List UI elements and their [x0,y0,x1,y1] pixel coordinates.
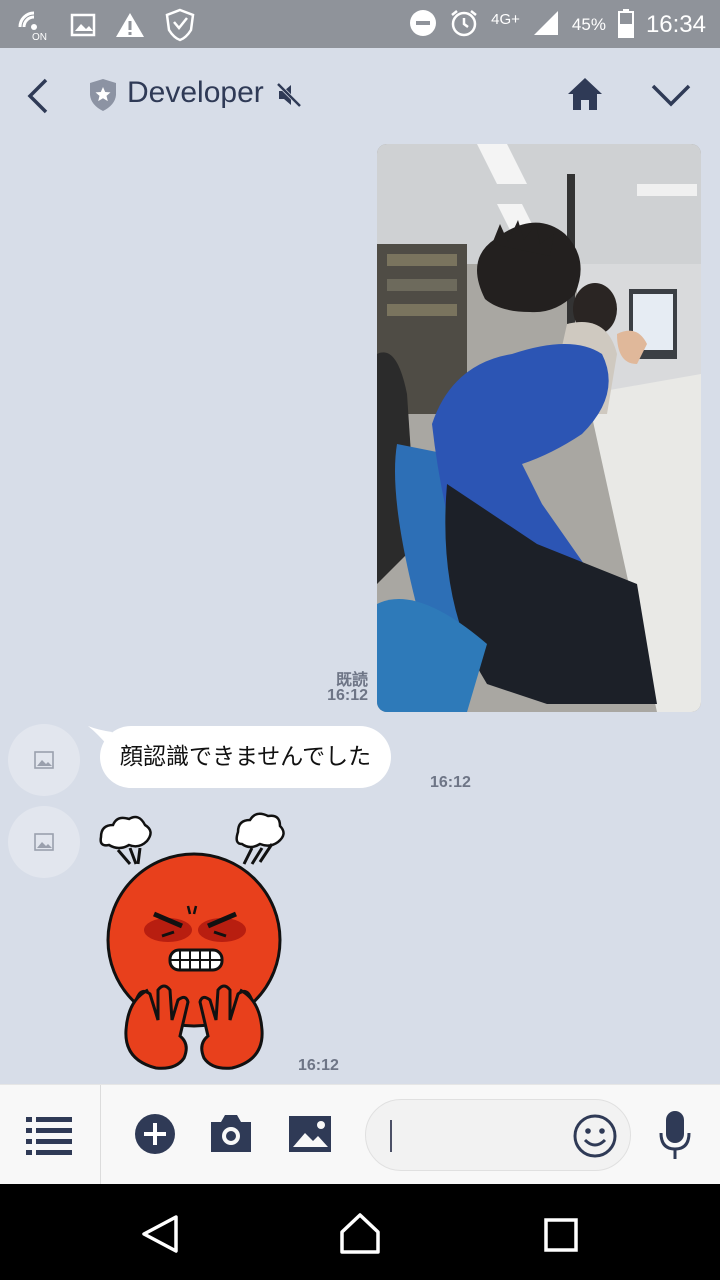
avatar[interactable] [8,806,80,878]
list-menu-icon [26,1117,72,1155]
add-button[interactable] [134,1113,176,1155]
microphone-icon [659,1111,691,1159]
voice-button[interactable] [658,1109,692,1161]
photo-timestamp: 16:12 [327,687,368,704]
official-account-shield-icon [88,78,118,112]
network-type: 4G+ [491,10,520,28]
do-not-disturb-icon [409,9,437,41]
chat-title: Developer [127,76,264,109]
incoming-message-bubble[interactable]: 顔認識できませんでした [100,726,392,788]
signal-icon [532,9,560,41]
home-button[interactable] [566,76,604,112]
gallery-button[interactable] [288,1115,332,1153]
battery-percent: 45% [571,15,606,34]
camera-button[interactable] [209,1112,253,1154]
message-input[interactable] [365,1099,631,1171]
sticker-timestamp: 16:12 [298,1057,339,1074]
home-outline-icon [340,1213,380,1254]
emoji-button[interactable] [572,1113,618,1159]
warning-icon [114,11,146,43]
system-navigation-bar [0,1184,720,1280]
more-menu-button[interactable] [26,1115,74,1155]
image-icon [289,1116,331,1152]
system-home-button[interactable] [338,1212,382,1254]
muted-icon [276,82,302,108]
text-caret [390,1120,392,1152]
battery-icon [617,8,634,42]
chevron-left-icon [27,78,48,114]
chevron-down-icon [651,84,691,107]
triangle-back-icon [142,1215,178,1253]
image-placeholder-icon [34,751,54,769]
square-recents-icon [544,1218,578,1252]
alarm-icon [449,8,479,42]
smiley-icon [573,1114,617,1158]
menu-dropdown-button[interactable] [650,82,692,108]
home-icon [568,78,602,110]
svg-text:ON: ON [32,32,47,41]
image-placeholder-icon [34,833,54,851]
chat-header: Developer [0,48,720,144]
back-button[interactable] [22,78,54,114]
office-photo-image [377,144,701,712]
security-shield-icon [164,8,196,46]
divider [100,1085,101,1185]
message-timestamp: 16:12 [430,774,471,791]
clock: 16:34 [645,11,706,38]
angry-face-sticker[interactable] [96,812,292,1074]
nfc-icon: ON [18,9,52,45]
avatar[interactable] [8,724,80,796]
sent-photo[interactable] [377,144,701,712]
status-bar: ON 4G+ 45% 16:34 [0,0,720,48]
camera-icon [211,1115,251,1152]
message-input-bar [0,1084,720,1185]
image-notification-icon [70,12,96,42]
system-back-button[interactable] [140,1214,180,1254]
system-recents-button[interactable] [544,1218,578,1252]
plus-circle-icon [135,1114,175,1154]
